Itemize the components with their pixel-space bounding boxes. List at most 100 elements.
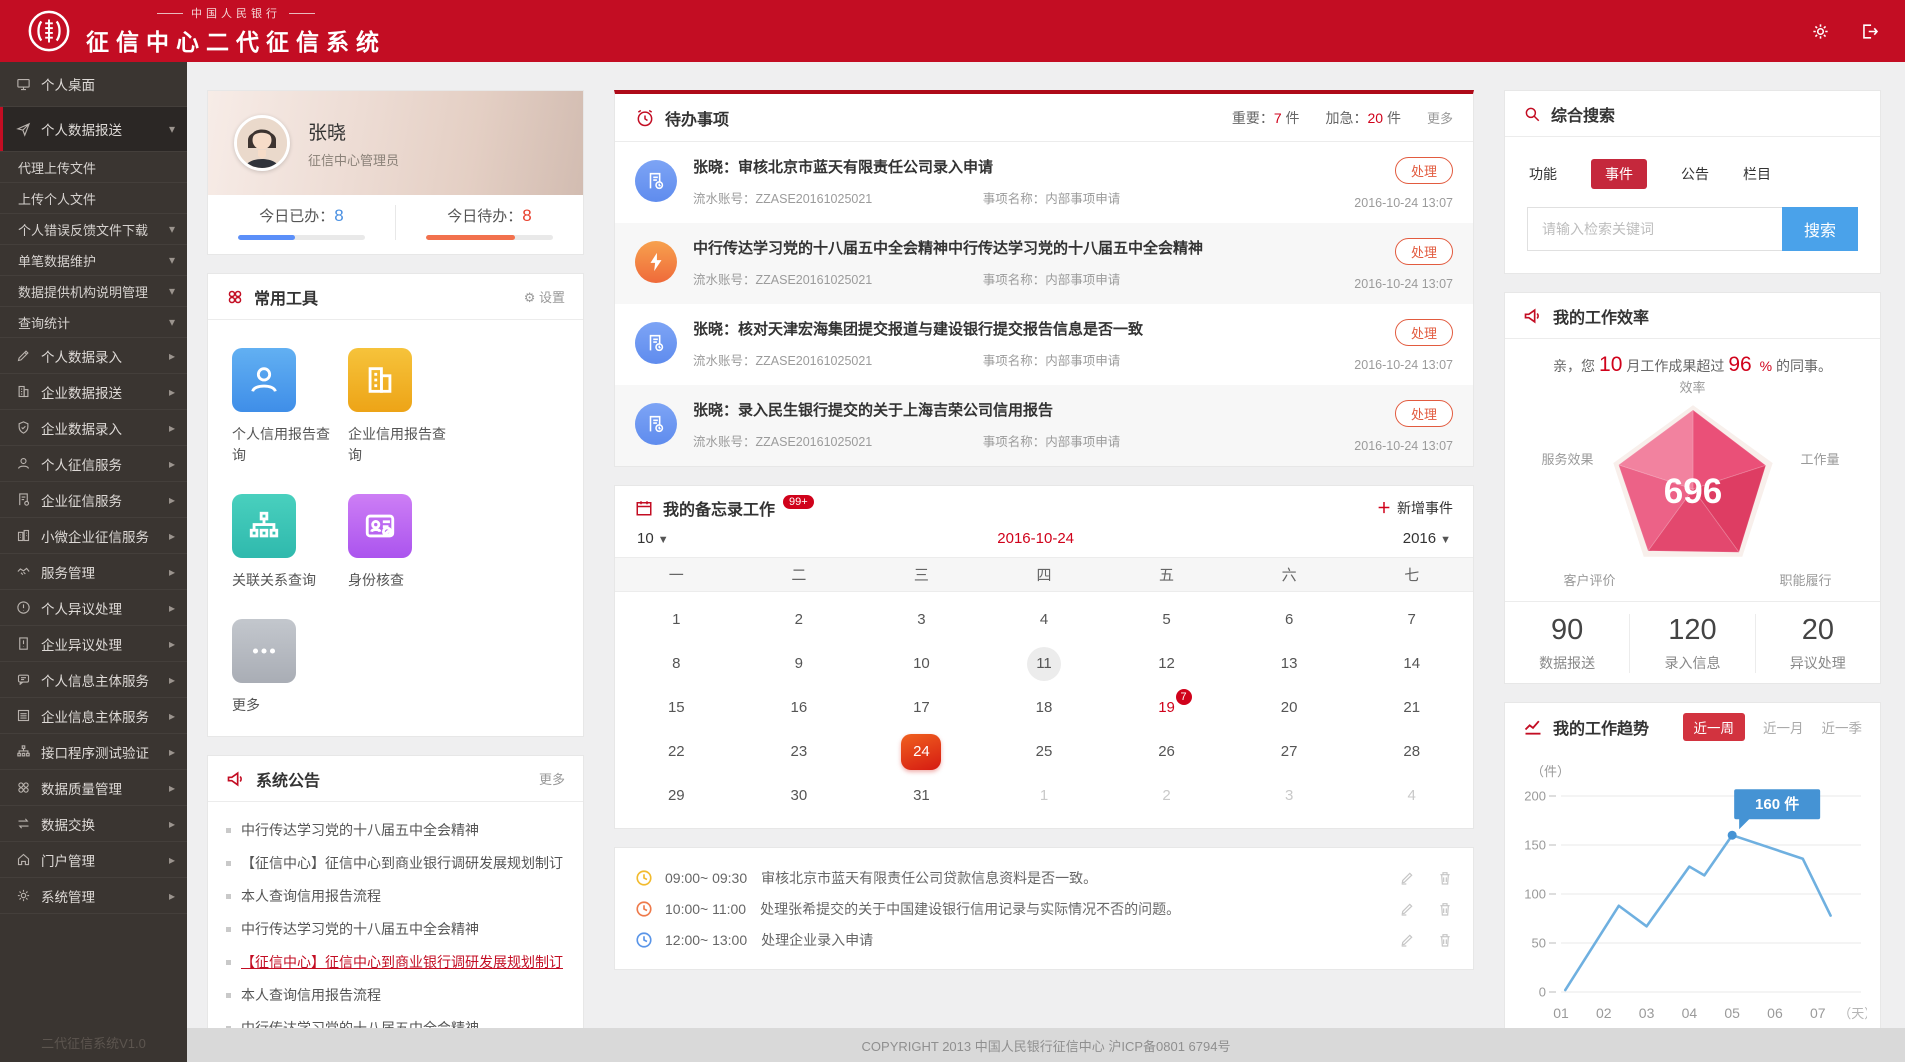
tool-shortcut[interactable]: 身份核查 — [348, 494, 458, 591]
sidebar-item[interactable]: 个人错误反馈文件下载 ▾ — [0, 214, 187, 245]
sidebar-item[interactable]: 数据提供机构说明管理 ▾ — [0, 276, 187, 307]
search-tab[interactable]: 栏目 — [1743, 159, 1771, 189]
search-tab[interactable]: 公告 — [1681, 159, 1709, 189]
calendar-day[interactable]: 14 — [1350, 642, 1473, 686]
calendar-day[interactable]: 1 — [615, 598, 738, 642]
sidebar-item[interactable]: 企业数据录入 ▸ — [0, 410, 187, 446]
calendar-day[interactable]: 24 — [860, 730, 983, 774]
sidebar-item[interactable]: 个人征信服务 ▸ — [0, 446, 187, 482]
edit-icon[interactable] — [1399, 901, 1415, 917]
calendar-day[interactable]: 11 — [983, 642, 1106, 686]
calendar-day[interactable]: 4 — [983, 598, 1106, 642]
announcement-item[interactable]: 本人查询信用报告流程 — [226, 979, 565, 1012]
trash-icon[interactable] — [1437, 870, 1453, 886]
calendar-day[interactable]: 23 — [738, 730, 861, 774]
calendar-day[interactable]: 5 — [1105, 598, 1228, 642]
calendar-day[interactable]: 21 — [1350, 686, 1473, 730]
sidebar-item[interactable]: 个人异议处理 ▸ — [0, 590, 187, 626]
sidebar-item[interactable]: 查询统计 ▾ — [0, 307, 187, 338]
sidebar-item[interactable]: 个人数据录入 ▸ — [0, 338, 187, 374]
calendar-day[interactable]: 22 — [615, 730, 738, 774]
calendar-day[interactable]: 10 — [860, 642, 983, 686]
tool-shortcut[interactable]: 企业信用报告查询 — [348, 348, 458, 466]
sidebar-item-label: 个人数据录入 — [41, 349, 122, 365]
calendar-day[interactable]: 29 — [615, 774, 738, 818]
announcement-item[interactable]: 中行传达学习党的十八届五中全会精神 — [226, 1012, 565, 1028]
calendar-day[interactable]: 31 — [860, 774, 983, 818]
calendar-day[interactable]: 1 — [983, 774, 1106, 818]
sidebar-item[interactable]: 代理上传文件 — [0, 152, 187, 183]
calendar-day[interactable]: 13 — [1228, 642, 1351, 686]
sidebar-item[interactable]: 企业征信服务 ▸ — [0, 482, 187, 518]
add-event-button[interactable]: ＋新增事件 — [1377, 498, 1453, 518]
calendar-day[interactable]: 25 — [983, 730, 1106, 774]
settings-gear-icon[interactable] — [1811, 22, 1830, 41]
handle-button[interactable]: 处理 — [1394, 400, 1453, 427]
sidebar-item[interactable]: 数据交换 ▸ — [0, 806, 187, 842]
calendar-day[interactable]: 2 — [738, 598, 861, 642]
calendar-day[interactable]: 7 — [1350, 598, 1473, 642]
trend-tab[interactable]: 近一周 — [1682, 713, 1745, 741]
calendar-day[interactable]: 2 — [1105, 774, 1228, 818]
search-tab[interactable]: 功能 — [1529, 159, 1557, 189]
month-select[interactable]: 10 ▼ — [637, 530, 669, 547]
announcement-item[interactable]: 本人查询信用报告流程 — [226, 880, 565, 913]
tool-shortcut[interactable]: 更多 — [232, 619, 342, 716]
sidebar-item[interactable]: 企业数据报送 ▸ — [0, 374, 187, 410]
announcement-item[interactable]: 中行传达学习党的十八届五中全会精神 — [226, 814, 565, 847]
calendar-day[interactable]: 15 — [615, 686, 738, 730]
handle-button[interactable]: 处理 — [1394, 319, 1453, 346]
sidebar-item[interactable]: 服务管理 ▸ — [0, 554, 187, 590]
announcements-more-link[interactable]: 更多 — [539, 769, 565, 788]
calendar-day[interactable]: 9 — [738, 642, 861, 686]
sidebar-item[interactable]: 系统管理 ▸ — [0, 878, 187, 914]
sidebar-item[interactable]: 个人桌面 — [0, 62, 187, 107]
announcement-item[interactable]: 【征信中心】征信中心到商业银行调研发展规划制订 — [226, 847, 565, 880]
tools-settings-link[interactable]: ⚙ 设置 — [524, 287, 565, 306]
calendar-day[interactable]: 19 7 — [1105, 686, 1228, 730]
calendar-day[interactable]: 28 — [1350, 730, 1473, 774]
calendar-day[interactable]: 8 — [615, 642, 738, 686]
announcement-item[interactable]: 中行传达学习党的十八届五中全会精神 — [226, 913, 565, 946]
edit-icon[interactable] — [1399, 932, 1415, 948]
sidebar-item[interactable]: 门户管理 ▸ — [0, 842, 187, 878]
sidebar-item[interactable]: 数据质量管理 ▸ — [0, 770, 187, 806]
logout-icon[interactable] — [1860, 22, 1879, 41]
calendar-day[interactable]: 16 — [738, 686, 861, 730]
todo-more-link[interactable]: 更多 — [1427, 108, 1453, 127]
search-input[interactable] — [1527, 207, 1782, 251]
calendar-day[interactable]: 12 — [1105, 642, 1228, 686]
sidebar-item[interactable]: 企业信息主体服务 ▸ — [0, 698, 187, 734]
calendar-day[interactable]: 3 — [860, 598, 983, 642]
calendar-day[interactable]: 6 — [1228, 598, 1351, 642]
calendar-day[interactable]: 4 — [1350, 774, 1473, 818]
calendar-day[interactable]: 17 — [860, 686, 983, 730]
search-button[interactable]: 搜索 — [1782, 207, 1858, 251]
sidebar-item[interactable]: 个人数据报送 ▾ — [0, 107, 187, 152]
sidebar-item[interactable]: 个人信息主体服务 ▸ — [0, 662, 187, 698]
trash-icon[interactable] — [1437, 932, 1453, 948]
calendar-day[interactable]: 3 — [1228, 774, 1351, 818]
edit-icon[interactable] — [1399, 870, 1415, 886]
sidebar-item[interactable]: 企业异议处理 ▸ — [0, 626, 187, 662]
sidebar-item[interactable]: 上传个人文件 — [0, 183, 187, 214]
clover-icon — [226, 288, 244, 306]
calendar-day[interactable]: 30 — [738, 774, 861, 818]
trash-icon[interactable] — [1437, 901, 1453, 917]
trend-tab[interactable]: 近一季 — [1822, 717, 1863, 737]
sidebar-item[interactable]: 单笔数据维护 ▾ — [0, 245, 187, 276]
trend-tab[interactable]: 近一月 — [1763, 717, 1804, 737]
handle-button[interactable]: 处理 — [1394, 238, 1453, 265]
calendar-day[interactable]: 27 — [1228, 730, 1351, 774]
handle-button[interactable]: 处理 — [1394, 157, 1453, 184]
announcement-item[interactable]: 【征信中心】征信中心到商业银行调研发展规划制订 — [226, 946, 565, 979]
tool-shortcut[interactable]: 个人信用报告查询 — [232, 348, 342, 466]
calendar-day[interactable]: 18 — [983, 686, 1106, 730]
calendar-day[interactable]: 20 — [1228, 686, 1351, 730]
sidebar-item[interactable]: 小微企业征信服务 ▸ — [0, 518, 187, 554]
search-tab[interactable]: 事件 — [1591, 159, 1647, 189]
tool-shortcut[interactable]: 关联关系查询 — [232, 494, 342, 591]
year-select[interactable]: 2016 ▼ — [1403, 530, 1451, 547]
calendar-day[interactable]: 26 — [1105, 730, 1228, 774]
sidebar-item[interactable]: 接口程序测试验证 ▸ — [0, 734, 187, 770]
